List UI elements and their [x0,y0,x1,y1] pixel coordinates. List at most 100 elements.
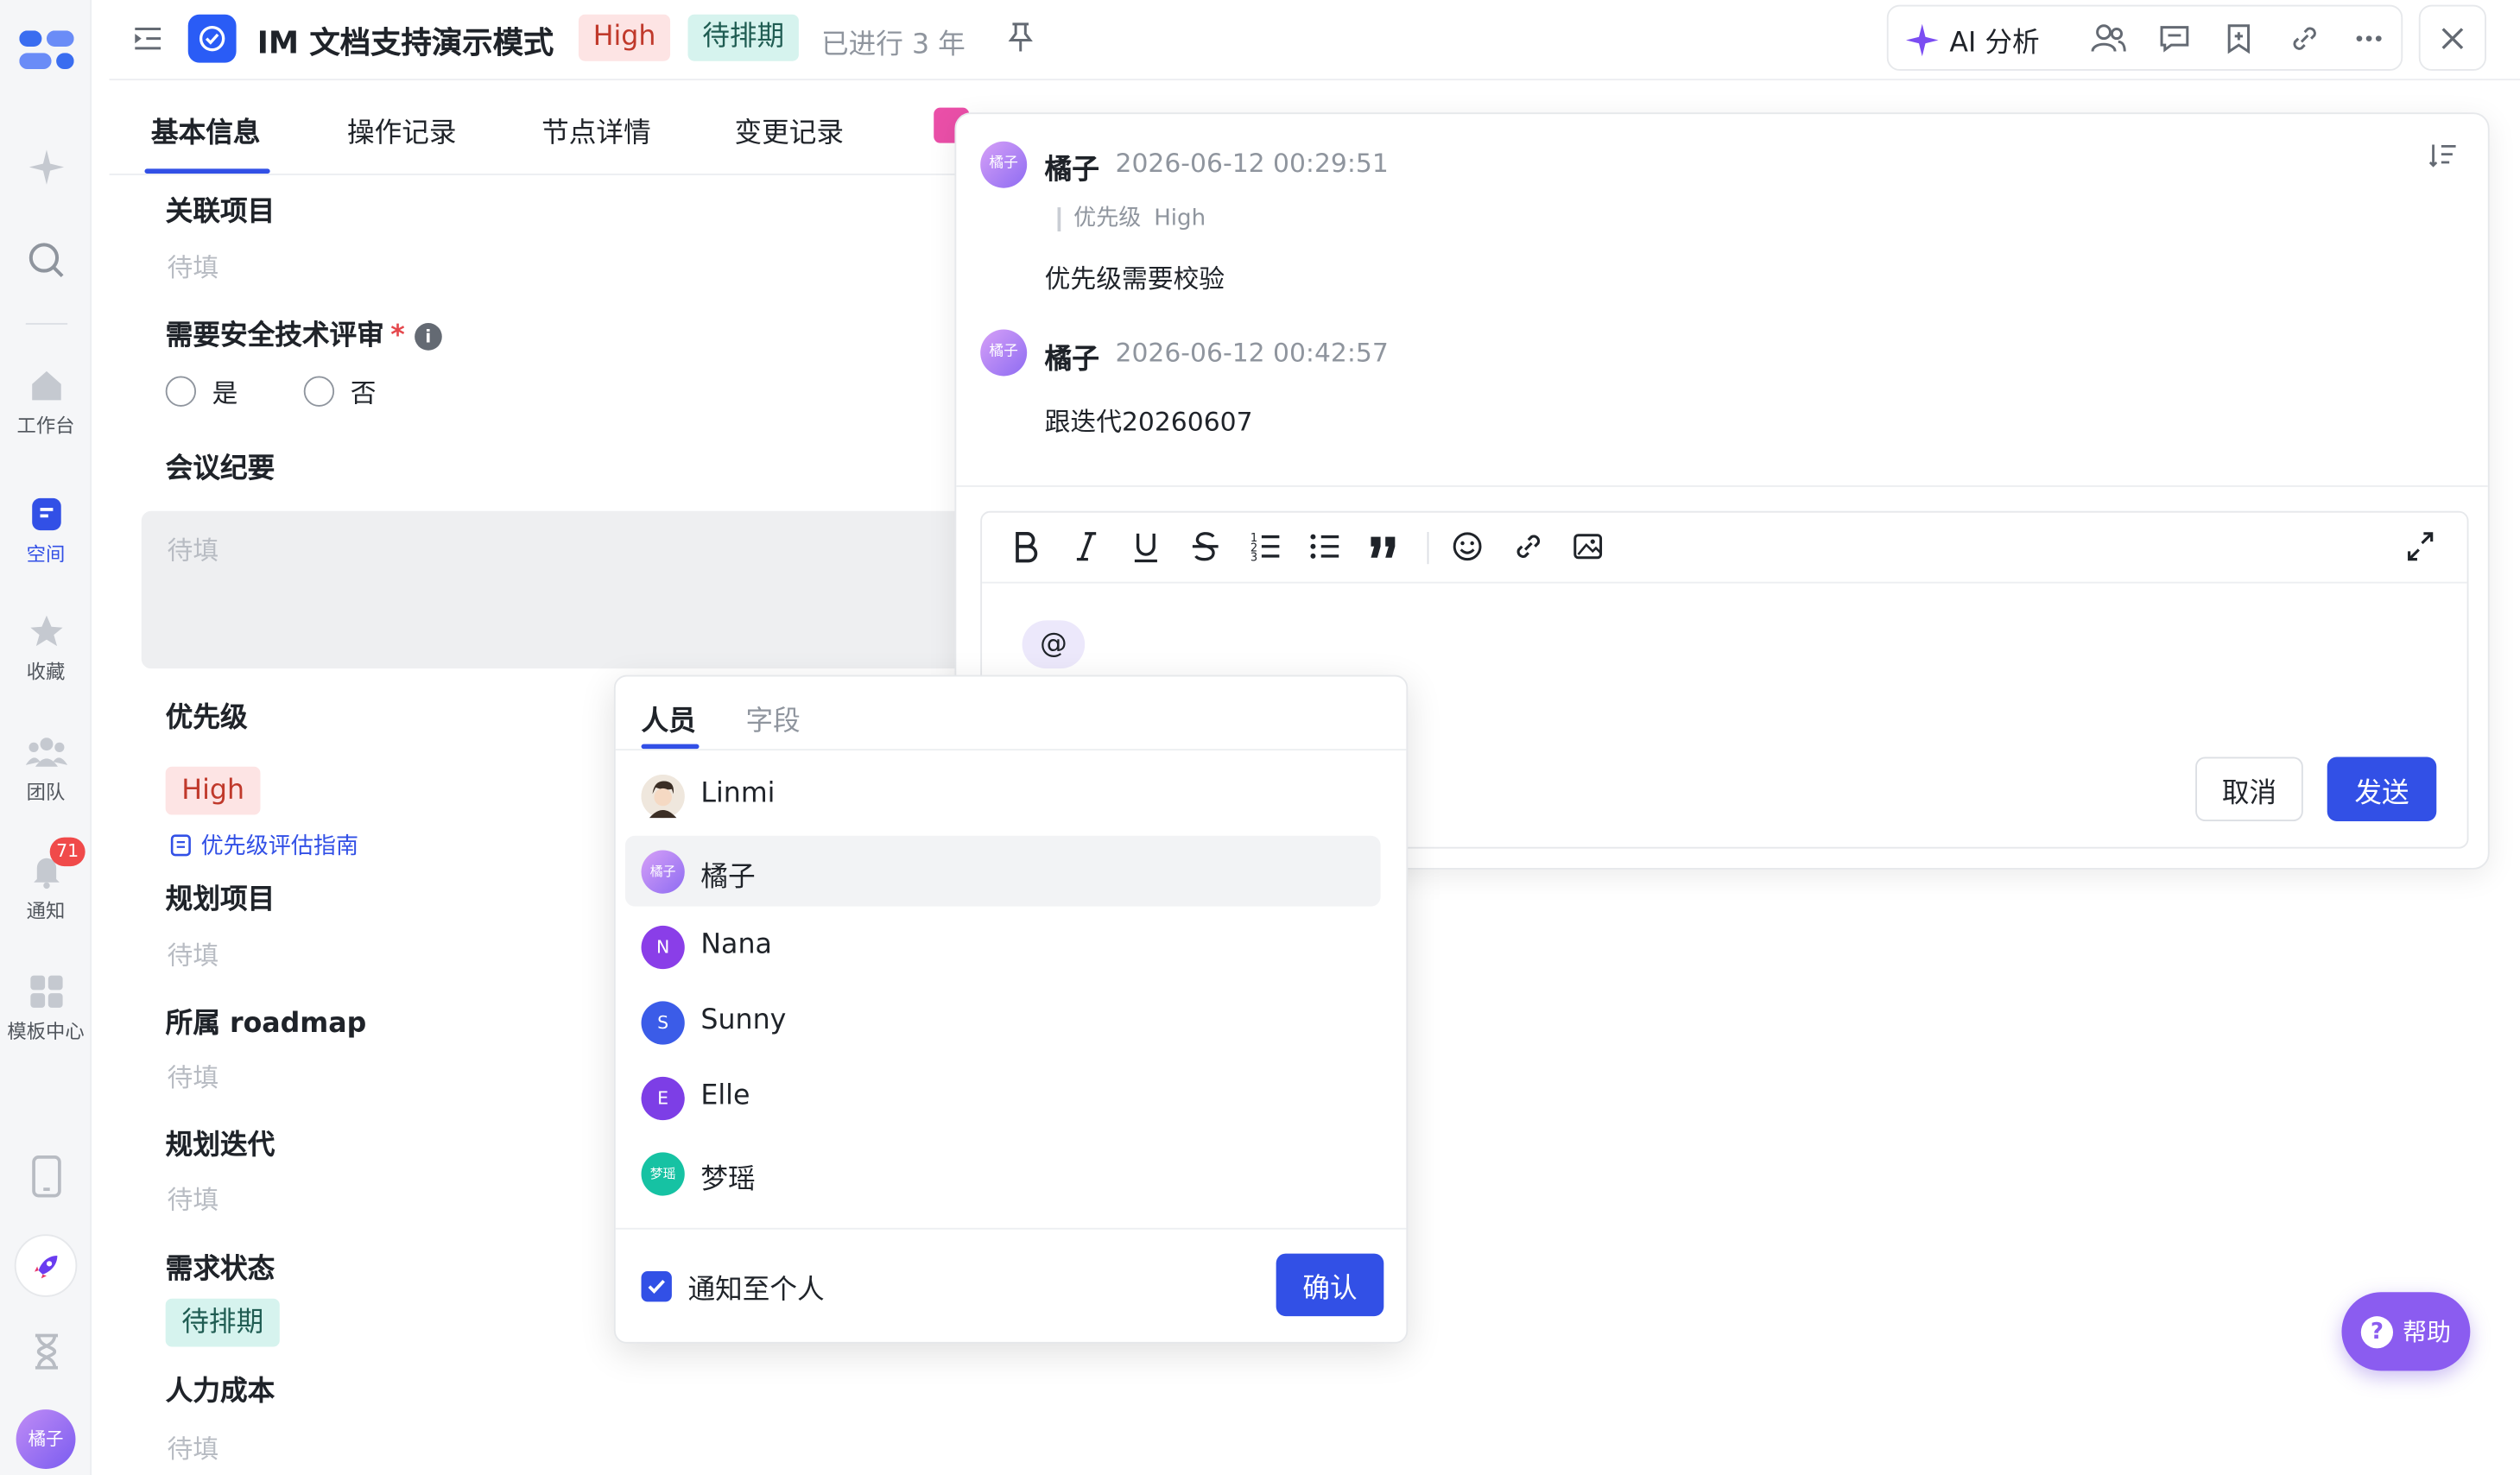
person-item[interactable]: Linmi [625,760,1381,831]
comment-text: 优先级需要校验 [1044,263,1225,294]
toolbar-separator [1427,531,1429,565]
quote-icon[interactable] [1368,529,1400,564]
radio-yes[interactable]: 是 [165,371,237,410]
expand-icon[interactable] [2406,529,2435,564]
image-icon[interactable] [1572,529,1604,564]
rail-item-label: 工作台 [16,415,75,438]
bold-icon[interactable] [1011,529,1040,564]
status-tag[interactable]: 待排期 [687,14,799,61]
person-item[interactable]: N Nana [625,911,1381,982]
cancel-button[interactable]: 取消 [2195,756,2303,821]
person-name: 梦瑶 [700,1163,756,1196]
person-item[interactable]: 橘子 橘子 [624,835,1381,907]
ai-analysis-button[interactable]: AI 分析 [1904,19,2040,60]
field-label-meeting-notes: 会议纪要 [165,453,275,486]
rail-item-label: 空间 [26,543,66,567]
person-avatar: S [641,1001,685,1045]
meeting-notes-textarea[interactable]: 待填 [141,510,978,669]
close-button[interactable] [2418,4,2486,71]
tab-change-log[interactable]: 变更记录 [734,110,844,149]
field-value-plan-project[interactable]: 待填 [168,934,219,972]
underline-icon[interactable] [1130,529,1162,564]
template-icon [29,975,62,1008]
hourglass-icon[interactable] [30,1333,62,1371]
field-value-labor-cost[interactable]: 待填 [168,1428,219,1466]
link-icon[interactable] [2289,22,2321,54]
search-icon[interactable] [26,239,67,281]
svg-text:3: 3 [1251,551,1257,564]
field-label-plan-project: 规划项目 [165,883,275,916]
italic-icon[interactable] [1072,529,1100,564]
comment-avatar[interactable]: 橘子 [980,141,1028,188]
person-name: Elle [700,1079,750,1112]
field-value-roadmap[interactable]: 待填 [168,1056,219,1095]
rocket-icon [34,1255,57,1278]
emoji-icon[interactable] [1451,529,1483,564]
rail-item-workbench[interactable]: 工作台 [0,366,92,439]
rail-item-team[interactable]: 团队 [0,733,92,806]
mention-token[interactable]: @ [1022,620,1086,669]
comment-icon[interactable] [2158,22,2190,54]
radio-circle [165,375,197,406]
req-status-tag[interactable]: 待排期 [165,1298,280,1347]
person-item[interactable]: E Elle [625,1062,1381,1133]
comment-author[interactable]: 橘子 [1045,336,1099,376]
tab-node-details[interactable]: 节点详情 [541,110,651,149]
help-button[interactable]: ? 帮助 [2341,1292,2471,1371]
field-value-related-project[interactable]: 待填 [168,246,219,285]
rail-item-templates[interactable]: 模板中心 [0,972,92,1045]
info-icon[interactable]: i [414,323,442,351]
field-label-priority: 优先级 [165,702,248,735]
comment-author[interactable]: 橘子 [1045,146,1099,187]
left-rail: 工作台 空间 收藏 团队 通知 71 模板中心 橘子 [0,0,92,1475]
elapsed-time: 已进行 3 年 [820,28,966,61]
priority-guide-link[interactable]: 优先级评估指南 [170,829,358,861]
app-logo-icon[interactable] [19,30,74,72]
send-button[interactable]: 发送 [2327,756,2437,821]
sparkle-icon[interactable] [26,146,67,187]
close-icon [2441,27,2464,49]
popup-tab-people[interactable]: 人员 [642,698,696,738]
popup-tab-fields[interactable]: 字段 [746,698,801,738]
bullet-list-icon[interactable] [1308,529,1340,564]
user-avatar[interactable]: 橘子 [16,1409,76,1469]
sort-icon[interactable] [2428,142,2457,170]
popup-divider [615,749,1407,751]
strikethrough-icon[interactable] [1189,529,1221,564]
notify-checkbox[interactable] [641,1271,672,1302]
person-name: Nana [700,928,772,961]
rail-item-favorites[interactable]: 收藏 [0,612,92,685]
mention-popup: 人员 字段 Linmi 橘子 橘子 N Nana S Sunny E Elle … [613,674,1409,1344]
notification-badge: 71 [49,837,85,867]
notify-label[interactable]: 通知至个人 [688,1266,825,1307]
pin-icon[interactable] [1006,21,1035,53]
link-icon[interactable] [1512,529,1544,564]
priority-tag[interactable]: High [578,14,671,61]
mobile-icon[interactable] [28,1155,64,1198]
check-icon [648,1279,665,1294]
person-name: 橘子 [700,861,756,894]
rail-item-label: 通知 [26,900,66,923]
person-avatar: N [641,925,685,970]
header-toolbar: AI 分析 [1886,4,2403,71]
bookmark-add-icon[interactable] [2223,22,2255,54]
person-item[interactable]: 梦瑶 梦瑶 [625,1138,1381,1209]
ordered-list-icon[interactable]: 123 [1249,529,1281,564]
priority-value-tag[interactable]: High [165,766,261,815]
more-icon[interactable] [2353,22,2385,54]
comment-time: 2026-06-12 00:42:57 [1115,337,1389,369]
confirm-button[interactable]: 确认 [1276,1253,1384,1317]
home-icon [31,370,60,401]
tab-operation-log[interactable]: 操作记录 [347,110,457,149]
tab-basic-info[interactable]: 基本信息 [151,110,261,149]
rocket-button[interactable] [14,1234,78,1297]
person-name: Sunny [700,1004,787,1037]
radio-no[interactable]: 否 [303,371,377,410]
members-icon[interactable] [2091,22,2126,54]
comment-field-quote: 优先级 High [1057,206,1206,231]
person-item[interactable]: S Sunny [625,987,1381,1058]
comment-avatar[interactable]: 橘子 [980,329,1028,377]
field-value-plan-iteration[interactable]: 待填 [168,1178,219,1217]
collapse-sidebar-icon[interactable] [132,22,164,54]
rail-item-space[interactable]: 空间 [0,495,92,567]
